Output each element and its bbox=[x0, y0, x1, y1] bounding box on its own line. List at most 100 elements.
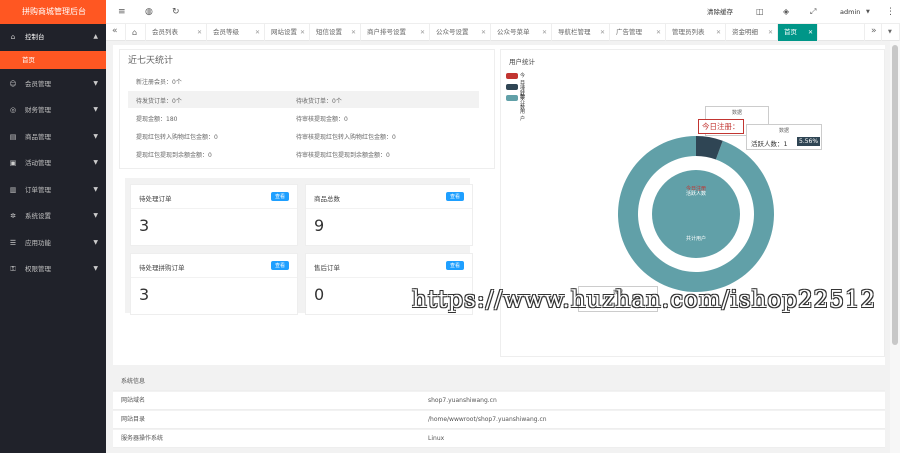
chart-title: 用户统计 bbox=[509, 58, 535, 66]
view-badge[interactable]: 查看 bbox=[445, 192, 464, 201]
legend-swatch bbox=[506, 84, 518, 90]
card-pending-orders[interactable]: 待处理订单 查看 3 bbox=[130, 184, 298, 246]
watermark: https://www.huzhan.com/ishop22512 bbox=[412, 287, 877, 313]
view-badge[interactable]: 查看 bbox=[270, 261, 289, 270]
inner-pie[interactable] bbox=[652, 170, 740, 258]
card-goods-total[interactable]: 商品总数 查看 9 bbox=[305, 184, 473, 246]
tabs-scroll-right-icon[interactable]: » bbox=[864, 24, 882, 41]
card-divider bbox=[131, 277, 297, 278]
lock-icon: ⚿ bbox=[10, 265, 16, 273]
stat-withdraw-amount: 提现金额：180 bbox=[136, 116, 178, 123]
tab-ad-manage[interactable]: 广告管理 ✕ bbox=[610, 24, 666, 41]
tabs-dropdown-icon[interactable]: ▼ bbox=[882, 24, 900, 41]
tab-site-settings[interactable]: 网站设置 ✕ bbox=[265, 24, 310, 41]
close-icon[interactable]: ✕ bbox=[600, 24, 605, 41]
tab-label: 会员列表 bbox=[152, 28, 178, 36]
close-icon[interactable]: ✕ bbox=[300, 24, 305, 41]
tab-sms-settings[interactable]: 短信设置 ✕ bbox=[310, 24, 361, 41]
close-icon[interactable]: ✕ bbox=[716, 24, 721, 41]
sidebar-item-dashboard[interactable]: ⌂ 控制台 ▲ bbox=[0, 24, 106, 51]
tabs-scroll-left-icon[interactable]: « bbox=[106, 24, 126, 41]
close-icon[interactable]: ✕ bbox=[542, 24, 547, 41]
more-vertical-icon[interactable]: ⋮ bbox=[886, 0, 895, 24]
row-value: shop7.yuanshiwang.cn bbox=[428, 397, 497, 404]
tab-label: 网站设置 bbox=[271, 28, 297, 36]
sidebar-item-members[interactable]: ☺ 会员管理 ▼ bbox=[0, 71, 106, 98]
globe-icon[interactable]: ◍ bbox=[145, 0, 153, 24]
sidebar-item-apps[interactable]: ☰ 应用功能 ▼ bbox=[0, 230, 106, 257]
tab-nav-manage[interactable]: 导航栏管理 ✕ bbox=[552, 24, 610, 41]
sidebar-item-label: 订单管理 bbox=[25, 185, 51, 194]
close-icon[interactable]: ✕ bbox=[808, 24, 813, 41]
tab-home[interactable]: 首页 ✕ bbox=[778, 24, 818, 41]
sidebar-item-label: 财务管理 bbox=[25, 106, 51, 114]
row-value: Linux bbox=[428, 435, 445, 442]
close-icon[interactable]: ✕ bbox=[255, 24, 260, 41]
legend-swatch bbox=[506, 73, 518, 79]
tab-admin-list[interactable]: 管理员列表 ✕ bbox=[666, 24, 726, 41]
chevron-down-icon: ▼ bbox=[93, 212, 98, 219]
card-value: 9 bbox=[314, 216, 325, 235]
card-title: 待处理订单 bbox=[139, 195, 172, 203]
user-menu[interactable]: admin bbox=[840, 0, 860, 24]
fullscreen-icon[interactable]: ⤢ bbox=[810, 0, 816, 24]
row-label: 服务器操作系统 bbox=[121, 435, 164, 442]
close-icon[interactable]: ✕ bbox=[656, 24, 661, 41]
card-divider bbox=[131, 208, 297, 209]
tab-merchant-settings[interactable]: 商户排号设置 ✕ bbox=[361, 24, 430, 41]
card-title: 商品总数 bbox=[314, 195, 340, 203]
tab-fund-detail[interactable]: 资金明细 ✕ bbox=[726, 24, 778, 41]
app-icon: ☰ bbox=[9, 238, 17, 247]
inner-label-total: 共计用户 bbox=[686, 235, 706, 242]
sidebar-item-orders[interactable]: ▥ 订单管理 ▼ bbox=[0, 177, 106, 204]
chevron-down-icon: ▼ bbox=[93, 265, 98, 272]
tab-label: 会员等级 bbox=[213, 28, 239, 36]
stat-pending-receive: 待收货订单：0个 bbox=[296, 98, 342, 105]
user-donut-chart[interactable]: 今日注册 活跃人数 共计用户 bbox=[616, 134, 776, 294]
clear-cache-button[interactable]: 清除缓存 bbox=[707, 0, 733, 24]
table-row: 网站域名 shop7.yuanshiwang.cn bbox=[113, 392, 885, 410]
scrollbar-thumb[interactable] bbox=[892, 45, 898, 345]
tab-member-level[interactable]: 会员等级 ✕ bbox=[207, 24, 265, 41]
tooltip-percent: 5.56% bbox=[797, 137, 821, 146]
tab-label: 公众号设置 bbox=[436, 28, 469, 36]
chevron-down-icon[interactable]: ▼ bbox=[866, 0, 870, 24]
tab-bar: « ⌂ 会员列表 ✕ 会员等级 ✕ 网站设置 ✕ 短信设置 ✕ 商户排号设置 ✕ 公众号设… bbox=[106, 24, 900, 41]
theme-icon[interactable]: ◈ bbox=[783, 0, 789, 24]
stats-title: 近七天统计 bbox=[128, 56, 174, 66]
sidebar-item-goods[interactable]: ▤ 商品管理 ▼ bbox=[0, 124, 106, 151]
tab-official-menu[interactable]: 公众号菜单 ✕ bbox=[491, 24, 552, 41]
sidebar-item-settings[interactable]: ✲ 系统设置 ▼ bbox=[0, 203, 106, 230]
home-tab-icon[interactable]: ⌂ bbox=[126, 24, 146, 41]
sidebar-item-permissions[interactable]: ⚿ 权限管理 ▼ bbox=[0, 256, 106, 283]
row-label: 网站目录 bbox=[121, 416, 146, 423]
tab-label: 商户排号设置 bbox=[367, 28, 406, 36]
tab-member-list[interactable]: 会员列表 ✕ bbox=[146, 24, 207, 41]
sidebar-item-finance[interactable]: ◎ 财务管理 ▼ bbox=[0, 97, 106, 124]
tab-label: 导航栏管理 bbox=[558, 28, 591, 36]
close-icon[interactable]: ✕ bbox=[197, 24, 202, 41]
sidebar-item-label: 会员管理 bbox=[25, 79, 51, 88]
close-icon[interactable]: ✕ bbox=[481, 24, 486, 41]
chevron-up-icon: ▲ bbox=[93, 33, 98, 40]
tab-official-account[interactable]: 公众号设置 ✕ bbox=[430, 24, 491, 41]
message-icon[interactable]: ◫ bbox=[756, 0, 764, 24]
view-badge[interactable]: 查看 bbox=[445, 261, 464, 270]
sidebar-item-activity[interactable]: ▣ 活动管理 ▼ bbox=[0, 150, 106, 177]
row-label: 网站域名 bbox=[121, 397, 146, 404]
sidebar-item-label: 控制台 bbox=[25, 33, 45, 41]
view-badge[interactable]: 查看 bbox=[270, 192, 289, 201]
close-icon[interactable]: ✕ bbox=[768, 24, 773, 41]
tab-label: 首页 bbox=[784, 28, 797, 36]
refresh-icon[interactable]: ↻ bbox=[172, 0, 180, 24]
sidebar-item-label: 权限管理 bbox=[25, 265, 51, 273]
stat-pending-redpack-transfer: 待审核提现红包转入购物红包金额：0 bbox=[296, 134, 396, 141]
tooltip-header: 数据 bbox=[731, 110, 742, 116]
tab-label: 资金明细 bbox=[732, 28, 758, 36]
menu-toggle-icon[interactable]: ≡ bbox=[118, 0, 126, 24]
close-icon[interactable]: ✕ bbox=[420, 24, 425, 41]
sidebar-subitem-home[interactable]: 首页 bbox=[0, 50, 106, 69]
card-pending-group-orders[interactable]: 待处理拼购订单 查看 3 bbox=[130, 253, 298, 315]
close-icon[interactable]: ✕ bbox=[351, 24, 356, 41]
chevron-down-icon: ▼ bbox=[93, 79, 98, 87]
